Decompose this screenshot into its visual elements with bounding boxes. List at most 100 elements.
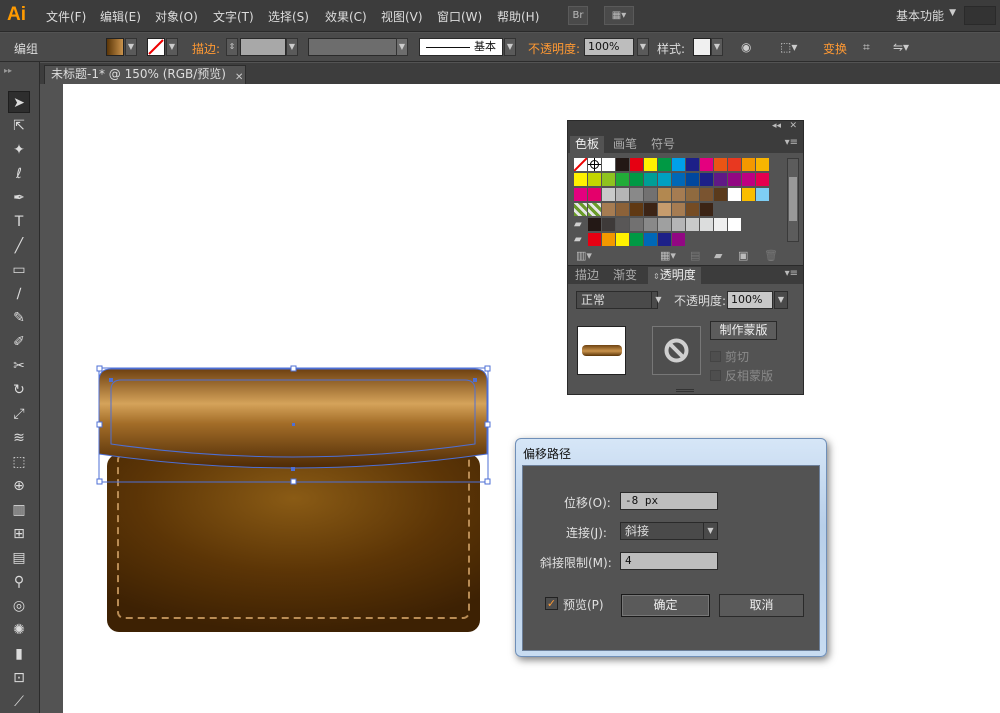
swatch[interactable] [700, 218, 713, 231]
swatch[interactable] [700, 173, 713, 186]
joins-select[interactable]: 斜接 ▼ [620, 522, 718, 540]
swatch[interactable] [728, 188, 741, 201]
swatch[interactable] [616, 158, 629, 171]
swatch[interactable] [728, 218, 741, 231]
swatch[interactable] [644, 218, 657, 231]
swatch[interactable] [672, 158, 685, 171]
search-field[interactable] [964, 6, 996, 25]
scissors-tool-icon[interactable]: ✂ [8, 355, 30, 377]
swatch[interactable] [644, 233, 657, 246]
invert-mask-checkbox[interactable]: 反相蒙版 [710, 367, 773, 384]
opacity-dropdown[interactable]: ▼ [637, 38, 649, 56]
selection-handle[interactable] [290, 478, 297, 485]
swatch[interactable] [616, 203, 629, 216]
swatch[interactable] [714, 173, 727, 186]
selection-handle[interactable] [484, 365, 491, 372]
stroke-weight-field[interactable] [240, 38, 286, 56]
swatch[interactable] [644, 203, 657, 216]
selection-handle[interactable] [96, 365, 103, 372]
collapse-icon[interactable]: ▸▸ [4, 66, 12, 75]
variable-width-profile[interactable] [308, 38, 406, 56]
slice-tool-icon[interactable]: ⟋ [8, 691, 30, 713]
tab-swatches[interactable]: 色板 [570, 136, 605, 153]
swatch[interactable] [630, 173, 643, 186]
stroke-weight-dropdown[interactable]: ▼ [286, 38, 298, 56]
swatch[interactable] [672, 203, 685, 216]
swatch[interactable] [630, 218, 643, 231]
clip-checkbox[interactable]: 剪切 [710, 348, 749, 365]
rectangle-tool-icon[interactable]: ▭ [8, 259, 30, 281]
stroke-dropdown[interactable]: ▼ [166, 38, 178, 56]
tab-symbols[interactable]: 符号 [646, 136, 680, 153]
swatch[interactable] [658, 203, 671, 216]
column-graph-tool-icon[interactable]: ▮ [8, 643, 30, 665]
swatch[interactable] [672, 218, 685, 231]
stroke-weight-stepper[interactable]: ⇕ [226, 38, 238, 56]
swatch[interactable] [602, 203, 615, 216]
swatch[interactable] [756, 188, 769, 201]
swatch[interactable] [588, 218, 601, 231]
swatch[interactable] [756, 173, 769, 186]
gradient-tool-icon[interactable]: ▤ [8, 547, 30, 569]
swatch[interactable] [742, 173, 755, 186]
blend-tool-icon[interactable]: ◎ [8, 595, 30, 617]
shape-builder-tool-icon[interactable]: ⊕ [8, 475, 30, 497]
swatch[interactable] [616, 233, 629, 246]
cancel-button[interactable]: 取消 [719, 594, 804, 617]
scroll-thumb[interactable] [789, 177, 797, 221]
menu-help[interactable]: 帮助(H) [497, 8, 539, 25]
swatch[interactable] [602, 233, 615, 246]
swatch[interactable] [658, 218, 671, 231]
swatch[interactable] [672, 233, 685, 246]
symbol-sprayer-tool-icon[interactable]: ✺ [8, 619, 30, 641]
pen-tool-icon[interactable]: ✒ [8, 187, 30, 209]
swatch-registration[interactable] [588, 158, 601, 171]
document-tab[interactable]: 未标题-1* @ 150% (RGB/预览) ✕ [44, 65, 246, 84]
stroke-swatch[interactable] [147, 38, 165, 56]
line-tool-icon[interactable]: ╱ [8, 235, 30, 257]
type-tool-icon[interactable]: T [8, 211, 30, 233]
scale-tool-icon[interactable]: ⤢ [8, 403, 30, 425]
blend-mode-select[interactable]: 正常 ▼ [576, 291, 662, 309]
tab-stroke[interactable]: 描边 [570, 267, 604, 284]
miter-limit-input[interactable]: 4 [620, 552, 718, 570]
swatch[interactable] [630, 158, 643, 171]
offset-input[interactable]: -8 px [620, 492, 718, 510]
new-swatch-icon[interactable]: ▣ [738, 249, 748, 262]
make-mask-button[interactable]: 制作蒙版 [710, 321, 777, 340]
swatch-group-folder-icon[interactable]: ▰ [574, 233, 587, 246]
trash-icon[interactable]: 🗑 [764, 249, 778, 262]
swatch[interactable] [714, 158, 727, 171]
preview-checkbox[interactable]: ✓ [545, 597, 558, 610]
anchor-point[interactable] [291, 467, 295, 471]
menu-select[interactable]: 选择(S) [268, 8, 309, 25]
swatch[interactable] [602, 158, 615, 171]
show-kinds-icon[interactable]: ▦▾ [660, 249, 676, 262]
selection-handle[interactable] [484, 478, 491, 485]
object-thumbnail[interactable] [577, 326, 626, 375]
swatch[interactable] [658, 233, 671, 246]
swatch[interactable] [686, 203, 699, 216]
swatch[interactable] [742, 158, 755, 171]
swatch[interactable] [644, 173, 657, 186]
tab-transparency[interactable]: ⇕透明度 [648, 267, 701, 284]
swatch[interactable] [574, 173, 587, 186]
artboard-tool-icon[interactable]: ⊡ [8, 667, 30, 689]
new-group-icon[interactable]: ▰ [714, 249, 722, 262]
swatch[interactable] [630, 188, 643, 201]
mask-thumbnail[interactable] [652, 326, 701, 375]
swatch[interactable] [630, 203, 643, 216]
swatch[interactable] [728, 158, 741, 171]
menu-edit[interactable]: 编辑(E) [100, 8, 141, 25]
close-icon[interactable]: ✕ [789, 121, 797, 131]
library-menu-icon[interactable]: ▥▾ [576, 249, 592, 262]
perspective-grid-tool-icon[interactable]: ▥ [8, 499, 30, 521]
stroke-label[interactable]: 描边: [192, 40, 220, 57]
bag-flap[interactable] [99, 369, 487, 468]
fill-dropdown[interactable]: ▼ [125, 38, 137, 56]
swatch-group-folder-icon[interactable]: ▰ [574, 218, 587, 231]
swatch-scrollbar[interactable] [787, 158, 799, 242]
recolor-icon[interactable]: ◉ [741, 40, 751, 54]
width-tool-icon[interactable]: ≋ [8, 427, 30, 449]
panel-menu-icon[interactable]: ▾≡ [785, 268, 798, 279]
